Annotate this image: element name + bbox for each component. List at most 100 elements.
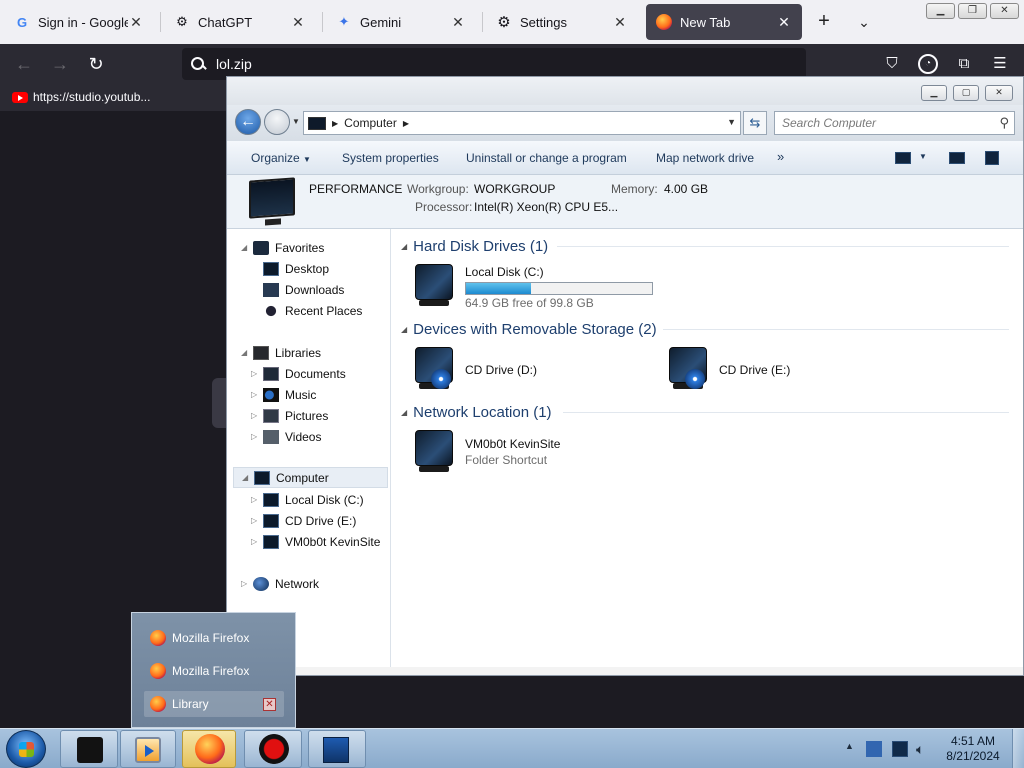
cd-drive-d-name[interactable]: CD Drive (D:)	[465, 363, 537, 377]
hard-drive-icon[interactable]	[411, 262, 457, 308]
nav-network[interactable]: ▷ Network	[241, 573, 319, 594]
expand-icon[interactable]: ▷	[251, 411, 263, 420]
expand-icon[interactable]: ▷	[241, 579, 253, 588]
taskbar-network-app-button[interactable]	[308, 730, 366, 768]
nav-cd-drive-e[interactable]: ▷ CD Drive (E:)	[251, 510, 356, 531]
system-properties-button[interactable]: System properties	[342, 151, 439, 165]
close-icon[interactable]: ✕	[776, 14, 792, 31]
jump-list-item-firefox[interactable]: Mozilla Firefox	[144, 625, 284, 651]
search-input[interactable]: Search Computer ⚲	[774, 111, 1015, 135]
group-header-removable-storage[interactable]: ◢ Devices with Removable Storage (2)	[401, 319, 657, 339]
expand-icon[interactable]: ▷	[251, 495, 263, 504]
expand-icon[interactable]: ▷	[251, 369, 263, 378]
recent-pages-dropdown-icon[interactable]: ▼	[292, 117, 300, 126]
chevron-down-icon[interactable]: ▼	[727, 117, 736, 127]
address-bar[interactable]: ▶ Computer ▶ ▼	[303, 111, 741, 135]
chevron-down-icon[interactable]: ▼	[919, 152, 927, 161]
forward-arrow-icon[interactable]: →	[48, 52, 72, 76]
collapse-icon[interactable]: ◢	[401, 242, 407, 251]
close-icon[interactable]: ✕	[263, 698, 276, 711]
help-icon[interactable]	[985, 151, 999, 165]
reload-icon[interactable]: ↻	[84, 52, 108, 76]
taskbar-firefox-button[interactable]	[182, 730, 236, 768]
refresh-icon[interactable]: ⇆	[743, 111, 767, 135]
tray-flag-icon[interactable]	[866, 741, 882, 757]
jump-list-item-library[interactable]: Library ✕	[144, 691, 284, 717]
close-icon[interactable]: ✕	[612, 14, 628, 31]
taskbar-explorer-button[interactable]	[60, 730, 118, 768]
system-clock[interactable]: 4:51 AM 8/21/2024	[940, 734, 1006, 764]
tab-google-signin[interactable]: G Sign in - Google Accounts ✕	[4, 4, 154, 40]
nav-documents[interactable]: ▷ Documents	[251, 363, 346, 384]
minimize-button[interactable]: ▁	[926, 3, 955, 19]
network-location-name[interactable]: VM0b0t KevinSite	[465, 437, 560, 451]
nav-libraries[interactable]: ◢ Libraries	[241, 342, 321, 363]
uninstall-program-button[interactable]: Uninstall or change a program	[466, 151, 627, 165]
more-commands-button[interactable]: »	[777, 149, 784, 164]
menu-icon[interactable]: ☰	[990, 54, 1010, 74]
explorer-maximize-button[interactable]: ▢	[953, 85, 979, 101]
nav-videos[interactable]: ▷ Videos	[251, 426, 321, 447]
nav-computer[interactable]: ◢ Computer	[233, 467, 388, 488]
tab-new-tab[interactable]: New Tab ✕	[646, 4, 802, 40]
cd-drive-icon[interactable]	[411, 345, 457, 391]
organize-button[interactable]: Organize ▼	[251, 151, 311, 165]
nav-music[interactable]: ▷ Music	[251, 384, 316, 405]
cd-drive-e-name[interactable]: CD Drive (E:)	[719, 363, 790, 377]
tray-volume-icon[interactable]: 🔈︎	[916, 741, 932, 757]
nav-favorites[interactable]: ◢ Favorites	[241, 237, 324, 258]
expand-icon[interactable]: ◢	[242, 473, 254, 482]
expand-icon[interactable]: ▷	[251, 390, 263, 399]
map-network-drive-button[interactable]: Map network drive	[656, 151, 754, 165]
jump-list-item-firefox[interactable]: Mozilla Firefox	[144, 658, 284, 684]
extensions-icon[interactable]: ⧉	[954, 54, 974, 74]
back-arrow-icon[interactable]: ←	[235, 109, 261, 135]
expand-icon[interactable]: ◢	[241, 243, 253, 252]
taskbar-media-player-button[interactable]	[120, 730, 176, 768]
explorer-minimize-button[interactable]: ▁	[921, 85, 947, 101]
nav-pictures[interactable]: ▷ Pictures	[251, 405, 328, 426]
change-view-icon[interactable]	[895, 152, 911, 164]
close-window-button[interactable]: ✕	[990, 3, 1019, 19]
account-icon[interactable]: ◔	[918, 54, 938, 74]
expand-icon[interactable]: ▷	[251, 516, 263, 525]
local-disk-name[interactable]: Local Disk (C:)	[465, 265, 544, 279]
chevron-right-icon[interactable]: ▶	[332, 119, 338, 128]
close-icon[interactable]: ✕	[128, 14, 144, 31]
group-header-network-location[interactable]: ◢ Network Location (1)	[401, 402, 552, 422]
expand-icon[interactable]: ◢	[241, 348, 253, 357]
sidebar-handle[interactable]	[212, 378, 226, 428]
taskbar-recorder-button[interactable]	[244, 730, 302, 768]
collapse-icon[interactable]: ◢	[401, 408, 407, 417]
show-desktop-button[interactable]	[1012, 729, 1024, 768]
collapse-icon[interactable]: ◢	[401, 325, 407, 334]
nav-downloads[interactable]: Downloads	[263, 279, 344, 300]
tab-gemini[interactable]: ✦ Gemini ✕	[326, 4, 476, 40]
explorer-close-button[interactable]: ✕	[985, 85, 1013, 101]
nav-local-disk[interactable]: ▷ Local Disk (C:)	[251, 489, 364, 510]
bookmark-youtube-studio[interactable]: https://studio.youtub...	[12, 90, 150, 104]
tab-chatgpt[interactable]: ⚙ ChatGPT ✕	[164, 4, 316, 40]
nav-kevinsite[interactable]: ▷ VM0b0t KevinSite	[251, 531, 380, 552]
explorer-title-bar[interactable]: ▁ ▢ ✕	[227, 77, 1023, 105]
nav-desktop[interactable]: Desktop	[263, 258, 329, 279]
start-button[interactable]	[6, 730, 46, 768]
pocket-icon[interactable]: ⛉	[882, 54, 902, 74]
close-icon[interactable]: ✕	[290, 14, 306, 31]
cd-drive-icon[interactable]	[665, 345, 711, 391]
new-tab-button[interactable]: +	[812, 10, 836, 34]
expand-icon[interactable]: ▷	[251, 432, 263, 441]
show-hidden-icons-chevron-icon[interactable]: ▲	[845, 741, 861, 757]
network-location-icon[interactable]	[411, 428, 457, 474]
restore-button[interactable]: ❐	[958, 3, 987, 19]
group-header-hard-disk-drives[interactable]: ◢ Hard Disk Drives (1)	[401, 236, 548, 256]
nav-recent-places[interactable]: Recent Places	[263, 300, 362, 321]
list-all-tabs-button[interactable]: ⌄	[852, 10, 876, 34]
chevron-right-icon[interactable]: ▶	[403, 119, 409, 128]
back-arrow-icon[interactable]: ←	[12, 52, 36, 76]
tray-network-icon[interactable]	[892, 741, 908, 757]
expand-icon[interactable]: ▷	[251, 537, 263, 546]
close-icon[interactable]: ✕	[450, 14, 466, 31]
tab-settings[interactable]: ⚙ Settings ✕	[486, 4, 638, 40]
forward-arrow-icon[interactable]	[264, 109, 290, 135]
